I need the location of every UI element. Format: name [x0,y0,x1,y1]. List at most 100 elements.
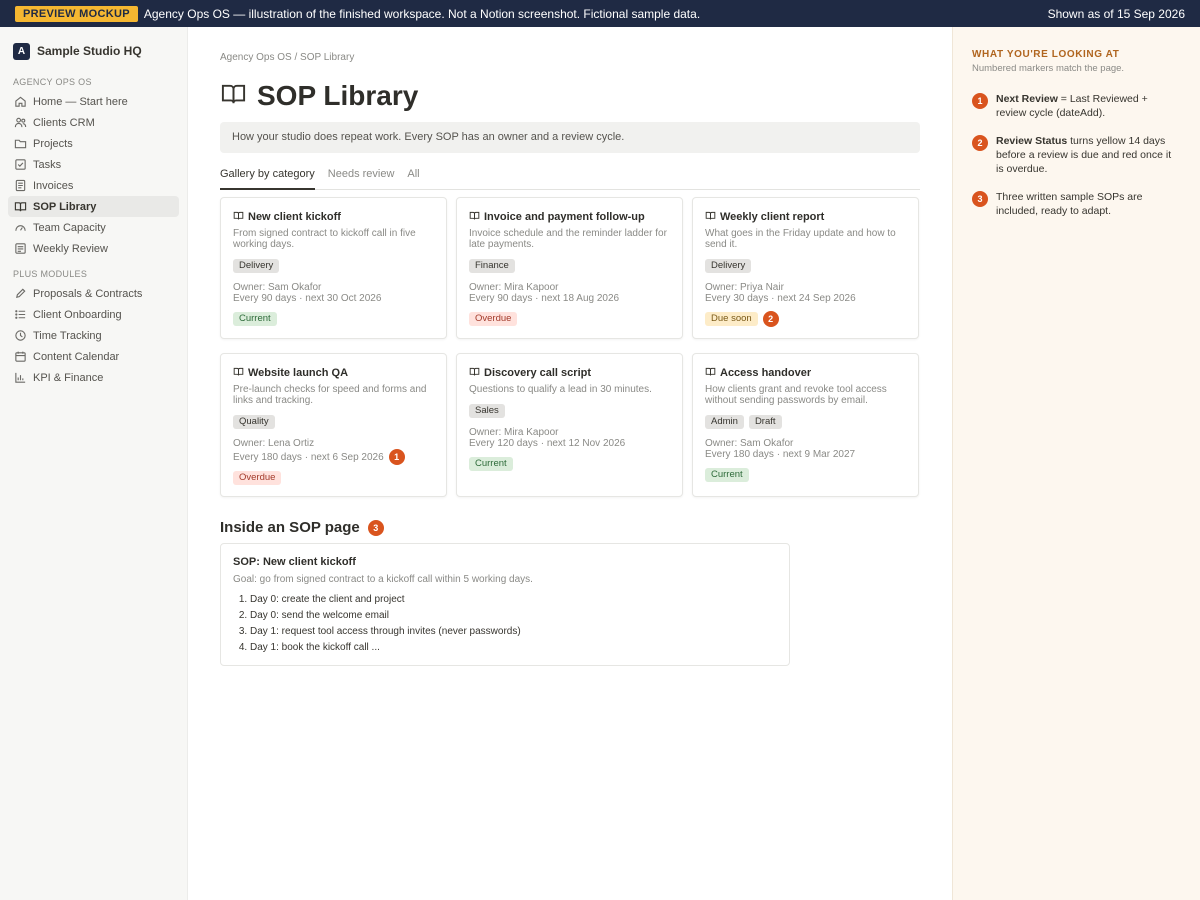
card-title: Access handover [720,367,812,379]
sidebar-item-label: SOP Library [33,200,97,213]
card-review-cycle: Every 180 days · next 6 Sep 2026 [233,451,384,463]
sidebar-item-clients-crm[interactable]: Clients CRM [8,112,179,133]
card-description: From signed contract to kickoff call in … [233,228,416,250]
sidebar-item-label: Clients CRM [33,116,95,129]
sop-card-new-client-kickoff[interactable]: New client kickoff From signed contract … [220,197,447,339]
guide-item-2: 2 Review Status turns yellow 14 days bef… [972,134,1181,176]
sop-steps-list: Day 0: create the client and project Day… [233,592,777,656]
section-heading: Inside an SOP page 3 [220,519,384,536]
status-badge: Current [233,312,277,326]
preview-banner: PREVIEW MOCKUP Agency Ops OS — illustrat… [0,0,1200,27]
category-tag: Sales [469,404,505,418]
folder-icon [14,137,27,150]
card-review-cycle: Every 90 days · next 18 Aug 2026 [469,293,620,304]
guide-item-1: 1 Next Review = Last Reviewed + review c… [972,92,1181,120]
category-tag: Quality [233,415,275,429]
sop-page-preview[interactable]: SOP: New client kickoff Goal: go from si… [220,543,790,666]
book-icon [233,364,244,382]
card-owner: Owner: Sam Okafor [705,438,794,449]
draft-tag: Draft [748,415,782,429]
sidebar-item-weekly-review[interactable]: Weekly Review [8,238,179,259]
status-badge: Current [705,468,749,482]
card-title: Discovery call script [484,367,592,379]
annotation-marker-1: 1 [972,93,988,109]
sidebar-item-label: Content Calendar [33,350,120,363]
sidebar-item-label: Client Onboarding [33,308,122,321]
sop-step: Day 1: book the kickoff call ... [250,640,777,656]
sop-card-discovery-call-script[interactable]: Discovery call script Questions to quali… [456,353,683,497]
breadcrumb[interactable]: Agency Ops OS / SOP Library [220,52,354,63]
sidebar-item-label: Projects [33,137,73,150]
guide-item-text: Three written sample SOPs are included, … [996,191,1143,217]
category-tag: Admin [705,415,744,429]
page-description-callout: How your studio does repeat work. Every … [220,122,920,153]
home-icon [14,95,27,108]
invoice-icon [14,179,27,192]
main-content: Agency Ops OS / SOP Library SOP Library … [220,27,920,900]
sidebar-item-label: KPI & Finance [33,371,104,384]
category-tag: Delivery [233,259,280,273]
guide-panel: WHAT YOU'RE LOOKING AT Numbered markers … [952,27,1200,900]
tab-needs-review[interactable]: Needs review [328,168,395,190]
book-icon [469,364,480,382]
sidebar: A Sample Studio HQ AGENCY OPS OS Home — … [0,27,188,900]
guide-heading: WHAT YOU'RE LOOKING AT [972,49,1120,60]
card-owner: Owner: Mira Kapoor [469,427,559,438]
sidebar-item-client-onboarding[interactable]: Client Onboarding [8,304,179,325]
card-review-cycle: Every 120 days · next 12 Nov 2026 [469,438,626,449]
card-owner: Owner: Sam Okafor [233,282,322,293]
sop-card-access-handover[interactable]: Access handover How clients grant and re… [692,353,919,497]
banner-message: Agency Ops OS — illustration of the fini… [143,6,701,21]
sidebar-item-invoices[interactable]: Invoices [8,175,179,196]
card-review-cycle: Every 180 days · next 9 Mar 2027 [705,449,856,460]
sidebar-item-label: Weekly Review [33,242,108,255]
annotation-marker-2: 2 [762,311,779,327]
sidebar-item-proposals[interactable]: Proposals & Contracts [8,283,179,304]
workspace-logo: A [13,42,30,60]
tab-all[interactable]: All [407,168,419,190]
pen-icon [14,287,27,300]
category-tag: Finance [469,259,515,273]
card-review-cycle-row: Every 180 days · next 6 Sep 2026 1 [233,449,434,465]
page-title: SOP Library [257,80,419,111]
sop-step: Day 0: send the welcome email [250,608,777,624]
card-owner: Owner: Priya Nair [705,282,784,293]
users-icon [14,116,27,129]
card-title: Invoice and payment follow-up [484,211,645,223]
sop-card-invoice-follow-up[interactable]: Invoice and payment follow-up Invoice sc… [456,197,683,339]
status-badge: Current [469,457,513,471]
sidebar-item-label: Home — Start here [33,95,128,108]
calendar-icon [14,350,27,363]
status-badge: Overdue [469,312,518,326]
guide-item-term: Review Status [996,135,1068,147]
workspace-switcher[interactable]: A Sample Studio HQ [8,41,179,61]
card-title: New client kickoff [248,211,341,223]
book-icon [469,208,480,226]
sop-card-website-launch-qa[interactable]: Website launch QA Pre-launch checks for … [220,353,447,497]
sidebar-item-sop-library[interactable]: SOP Library [8,196,179,217]
section-title: Inside an SOP page [220,519,360,536]
review-icon [14,242,27,255]
card-description: How clients grant and revoke tool access… [705,384,887,406]
tab-gallery-by-category[interactable]: Gallery by category [220,168,315,190]
book-icon [220,80,247,112]
card-description: Questions to qualify a lead in 30 minute… [469,384,652,395]
sidebar-item-tasks[interactable]: Tasks [8,154,179,175]
sidebar-item-label: Time Tracking [33,329,102,342]
card-owner: Owner: Mira Kapoor [469,282,559,293]
sop-card-weekly-client-report[interactable]: Weekly client report What goes in the Fr… [692,197,919,339]
banner-as-of: Shown as of 15 Sep 2026 [1047,6,1185,21]
sidebar-item-kpi-finance[interactable]: KPI & Finance [8,367,179,388]
sop-preview-goal: Goal: go from signed contract to a kicko… [233,574,533,585]
sidebar-item-time-tracking[interactable]: Time Tracking [8,325,179,346]
sidebar-item-content-calendar[interactable]: Content Calendar [8,346,179,367]
sidebar-item-home[interactable]: Home — Start here [8,91,179,112]
sidebar-item-team-capacity[interactable]: Team Capacity [8,217,179,238]
book-icon [705,364,716,382]
card-title: Weekly client report [720,211,825,223]
card-owner: Owner: Lena Ortiz [233,438,315,449]
sop-step: Day 0: create the client and project [250,592,777,608]
card-description: What goes in the Friday update and how t… [705,228,896,250]
page-header: SOP Library [220,80,418,112]
sidebar-item-projects[interactable]: Projects [8,133,179,154]
